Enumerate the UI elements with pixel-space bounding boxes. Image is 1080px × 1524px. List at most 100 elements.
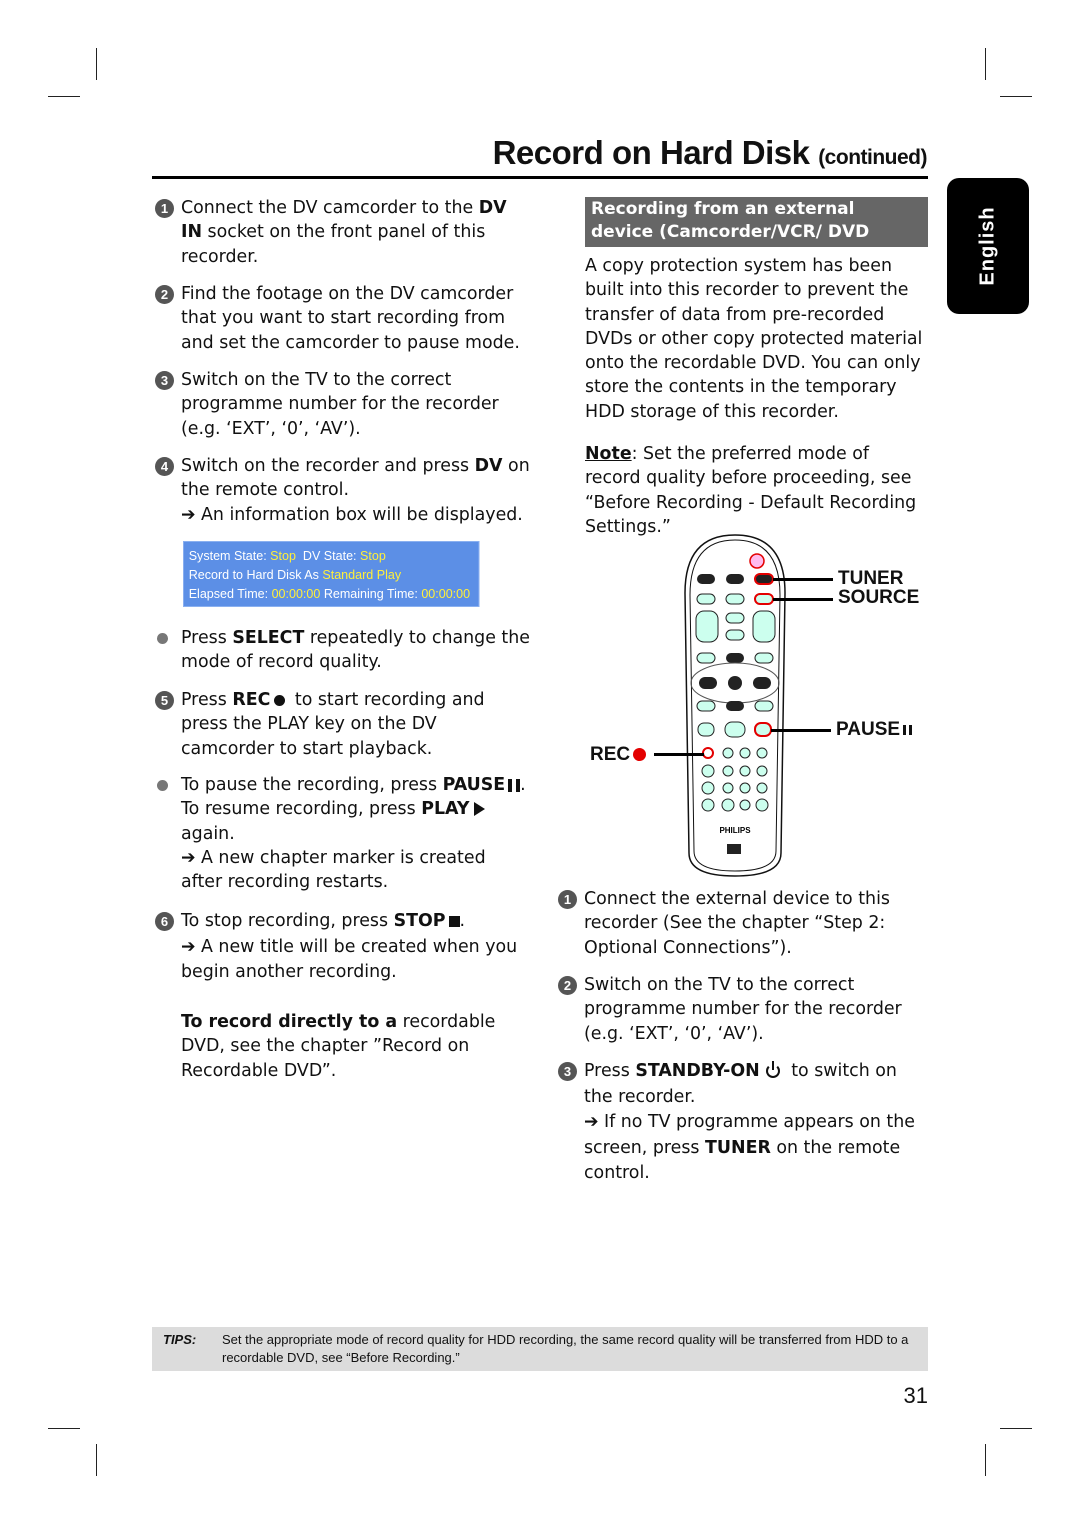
info-label: Elapsed Time:	[188, 586, 272, 601]
step-2: 2 Find the footage on the DV camcorder t…	[155, 282, 530, 355]
pause-icon	[903, 724, 913, 735]
tc-button	[755, 798, 769, 812]
step-text: Press	[181, 628, 233, 648]
info-button	[754, 652, 774, 664]
pause-callout: PAUSE	[836, 719, 913, 741]
rec-button	[702, 747, 714, 759]
crop-mark	[1000, 96, 1032, 97]
note-text: : Set the preferred mode of record quali…	[585, 444, 917, 537]
dv-state-value: Stop	[360, 548, 386, 563]
source-callout: SOURCE	[838, 587, 920, 608]
step-1: 1 Connect the DV camcorder to the DV IN …	[155, 196, 530, 269]
step-keyword: STOP	[393, 911, 446, 931]
right-button	[753, 677, 771, 689]
step-text: Find the footage on the DV camcorder tha…	[181, 284, 520, 353]
tuner-callout-line	[773, 578, 833, 581]
direct-record-note: To record directly to a recordable DVD, …	[155, 1010, 530, 1083]
remaining-time-value: 00:00:00	[421, 586, 471, 601]
stop-icon	[448, 915, 460, 927]
page-title: Record on Hard Disk (continued)	[493, 134, 928, 172]
select-button	[701, 798, 715, 812]
return-button	[701, 764, 715, 778]
tips-text: Set the appropriate mode of record quali…	[222, 1332, 909, 1365]
step-result: A new chapter marker is created after re…	[181, 847, 486, 893]
shuffle-button	[701, 781, 715, 795]
tv-dvd-button	[725, 612, 745, 624]
rw-logo	[727, 844, 741, 854]
info-label: Record to Hard Disk As	[188, 567, 323, 582]
step-text: Switch on the recorder and press	[181, 456, 475, 476]
step-text: Connect the DV camcorder to the	[181, 198, 479, 218]
crop-mark	[1000, 1428, 1032, 1429]
pause-callout-line	[771, 729, 831, 732]
step-result: An information box will be displayed.	[201, 504, 523, 525]
step-number: 5	[155, 691, 174, 710]
step-text: socket on the front panel of this record…	[181, 222, 486, 267]
dvd-rec-button	[725, 593, 745, 605]
arrow-icon: ➔	[181, 847, 196, 868]
arrow-icon: ➔	[181, 504, 196, 525]
source-button	[754, 593, 774, 605]
tips-label: TIPS:	[163, 1332, 197, 1347]
digit-2	[739, 747, 751, 759]
ok-button	[728, 676, 742, 690]
title-rule	[152, 176, 928, 179]
play-button	[724, 721, 746, 738]
step-text: again.	[181, 823, 235, 844]
digit-8	[739, 782, 751, 794]
language-tab-label: English	[976, 206, 999, 286]
rec-callout-label: REC	[590, 744, 631, 765]
vol-rocker	[695, 610, 719, 643]
digit-3	[756, 747, 768, 759]
info-label: Remaining Time:	[320, 586, 422, 601]
note-keyword: To record directly to a	[181, 1012, 398, 1032]
info-line-state: System State: Stop DV State: Stop	[189, 546, 479, 565]
step-keyword: PLAY	[421, 799, 470, 820]
prev-button	[696, 700, 716, 712]
digit-9	[756, 782, 768, 794]
timer-button	[725, 629, 745, 641]
page-number: 31	[903, 1383, 928, 1408]
source-callout-line	[773, 598, 833, 601]
bullet-select: Press SELECT repeatedly to change the mo…	[155, 626, 530, 675]
step-text: To pause the recording, press	[181, 775, 443, 795]
digit-7	[722, 782, 734, 794]
step-3: 3 Switch on the TV to the correct progra…	[155, 368, 530, 441]
step-number: 3	[558, 1062, 577, 1081]
pause-callout-label: PAUSE	[836, 719, 901, 740]
ext-step-1: 1 Connect the external device to this re…	[558, 887, 930, 960]
step-text: Press	[181, 690, 233, 710]
section-heading: Recording from an external device (Camco…	[585, 197, 928, 265]
bullet-icon	[157, 780, 168, 791]
step-number: 1	[155, 199, 174, 218]
step-text: To resume recording, press	[181, 799, 422, 820]
digit-0	[739, 799, 751, 811]
step-keyword: STANDBY-ON	[635, 1061, 760, 1081]
step-number: 3	[155, 371, 174, 390]
info-box: System State: Stop DV State: Stop Record…	[183, 541, 480, 607]
remote-brand: PHILIPS	[719, 826, 751, 835]
zoom-button	[721, 798, 735, 812]
page-title-suffix: (continued)	[818, 146, 927, 169]
left-button	[699, 677, 717, 689]
crop-mark	[96, 48, 97, 80]
tuner-button	[754, 573, 774, 585]
system-state-value: Stop	[270, 548, 296, 563]
step-text: Switch on the TV to the correct programm…	[584, 975, 902, 1044]
tips-box: TIPS: Set the appropriate mode of record…	[152, 1327, 928, 1371]
record-mode-value: Standard Play	[322, 567, 402, 582]
next-button	[754, 700, 774, 712]
intro-paragraph: A copy protection system has been built …	[585, 256, 923, 422]
note-paragraph: Note: Set the preferred mode of record q…	[585, 442, 930, 539]
elapsed-time-value: 00:00:00	[271, 586, 321, 601]
digit-6	[756, 765, 768, 777]
hdd-button	[697, 574, 715, 584]
step-keyword: PAUSE	[442, 775, 506, 795]
record-dot-icon	[274, 694, 286, 706]
step-text: Press	[584, 1061, 636, 1081]
step-number: 2	[155, 285, 174, 304]
arrow-icon: ➔	[181, 936, 196, 957]
rec-callout: REC	[590, 744, 647, 766]
info-label: System State:	[188, 548, 271, 563]
record-dot-icon	[633, 748, 647, 762]
